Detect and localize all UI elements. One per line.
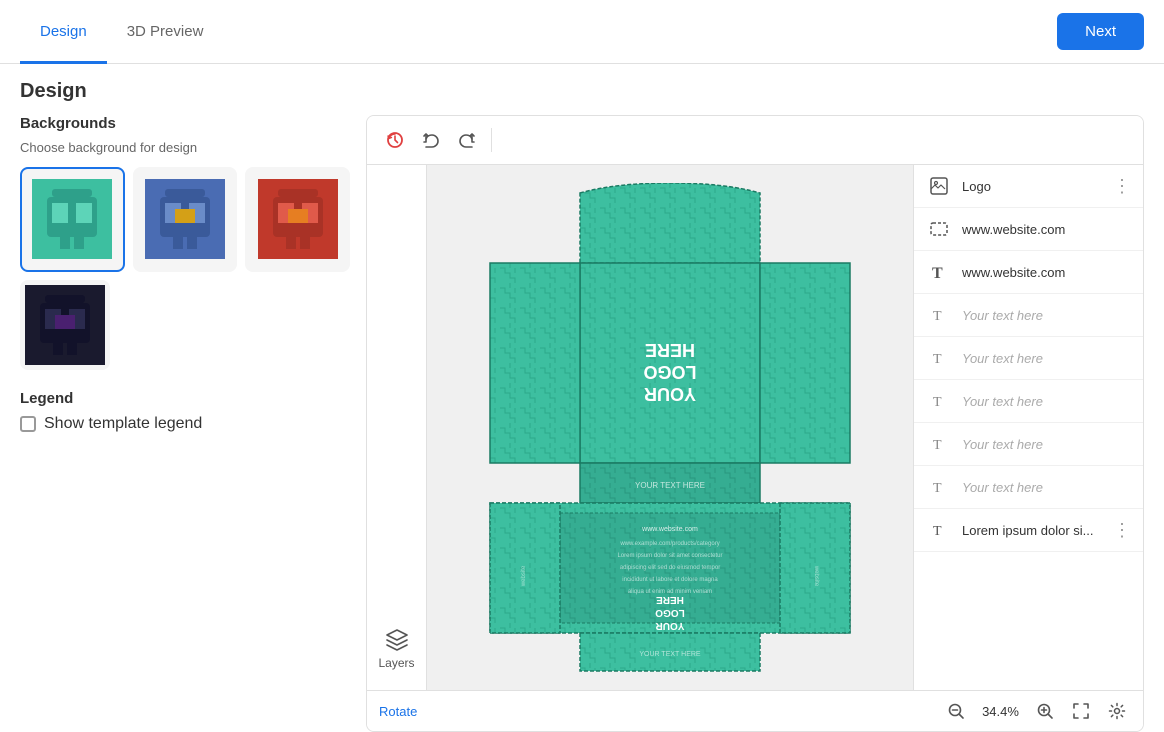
text-4-label: Your text here	[962, 437, 1131, 452]
svg-text:T: T	[933, 481, 942, 496]
svg-text:adipiscing elit sed do eiusmod: adipiscing elit sed do eiusmod tempor	[620, 565, 720, 571]
main-area: Backgrounds Choose background for design	[20, 115, 1144, 732]
layer-item-lorem[interactable]: T Lorem ipsum dolor si... ⋮	[914, 509, 1143, 552]
svg-text:Lorem ipsum dolor sit amet con: Lorem ipsum dolor sit amet consectetur	[617, 553, 722, 559]
rotate-button[interactable]: Rotate	[379, 704, 417, 719]
layers-label: Layers	[378, 656, 414, 670]
svg-text:YOUR: YOUR	[644, 384, 696, 404]
text-3-label: Your text here	[962, 394, 1131, 409]
zoom-level: 34.4%	[978, 704, 1023, 719]
logo-layer-label: Logo	[962, 179, 1103, 194]
background-extra-row	[20, 280, 350, 370]
svg-text:LOGO: LOGO	[655, 607, 685, 618]
svg-text:T: T	[932, 265, 943, 282]
zoom-out-button[interactable]	[942, 697, 970, 725]
canvas-main: Layers	[367, 165, 1143, 690]
layer-item-website-text[interactable]: T www.website.com	[914, 251, 1143, 294]
canvas-content[interactable]: YOUR LOGO HERE YOUR TEXT HERE	[427, 165, 913, 690]
legend-section: Legend Show template legend	[20, 390, 350, 433]
svg-text:T: T	[933, 524, 942, 539]
layer-item-text-1[interactable]: T Your text here	[914, 294, 1143, 337]
next-button[interactable]: Next	[1057, 13, 1144, 50]
logo-more-button[interactable]: ⋮	[1113, 177, 1131, 195]
layer-item-logo[interactable]: Logo ⋮	[914, 165, 1143, 208]
text-icon-1: T	[926, 302, 952, 328]
dashed-rect-icon	[926, 216, 952, 242]
svg-text:LOGO: LOGO	[644, 362, 697, 382]
page: Design Backgrounds Choose background for…	[0, 64, 1164, 732]
right-panel: Logo ⋮ www.website.com	[913, 165, 1143, 690]
header: Design 3D Preview Next	[0, 0, 1164, 64]
svg-text:www.example.com/products/categ: www.example.com/products/category	[619, 541, 719, 547]
layer-item-text-3[interactable]: T Your text here	[914, 380, 1143, 423]
left-panel: Backgrounds Choose background for design	[20, 115, 350, 732]
legend-checkbox-label: Show template legend	[44, 415, 202, 433]
backgrounds-title: Backgrounds	[20, 115, 350, 132]
svg-text:T: T	[933, 352, 942, 367]
image-icon	[926, 173, 952, 199]
tab-3d-preview[interactable]: 3D Preview	[107, 1, 224, 64]
svg-text:T: T	[933, 438, 942, 453]
text-5-label: Your text here	[962, 480, 1131, 495]
layer-item-website-dashed[interactable]: www.website.com	[914, 208, 1143, 251]
legend-row[interactable]: Show template legend	[20, 415, 350, 433]
undo-button[interactable]	[415, 124, 447, 156]
redo-button[interactable]	[451, 124, 483, 156]
background-item-3[interactable]	[245, 167, 350, 272]
svg-text:website: website	[813, 564, 819, 586]
lorem-more-button[interactable]: ⋮	[1113, 521, 1131, 539]
fit-screen-button[interactable]	[1067, 697, 1095, 725]
text-icon-4: T	[926, 431, 952, 457]
svg-text:HERE: HERE	[645, 340, 695, 360]
background-item-1[interactable]	[20, 167, 125, 272]
svg-text:YOUR TEXT HERE: YOUR TEXT HERE	[635, 481, 705, 490]
history-button[interactable]	[379, 124, 411, 156]
layers-button[interactable]: Layers	[370, 620, 422, 678]
canvas-bottom: Rotate 34.4%	[367, 690, 1143, 731]
background-grid	[20, 167, 350, 272]
svg-text:T: T	[933, 395, 942, 410]
canvas-left-tools: Layers	[367, 165, 427, 690]
text-1-label: Your text here	[962, 308, 1131, 323]
text-large-icon: T	[926, 259, 952, 285]
text-2-label: Your text here	[962, 351, 1131, 366]
layer-item-text-5[interactable]: T Your text here	[914, 466, 1143, 509]
svg-text:YOUR: YOUR	[655, 620, 685, 631]
svg-text:www.website.com: www.website.com	[641, 526, 698, 533]
toolbar-divider	[491, 128, 492, 152]
background-item-2[interactable]	[133, 167, 238, 272]
box-design-svg: YOUR LOGO HERE YOUR TEXT HERE	[460, 183, 880, 673]
page-title: Design	[20, 64, 1144, 115]
legend-title: Legend	[20, 390, 350, 407]
settings-button[interactable]	[1103, 697, 1131, 725]
layer-item-text-2[interactable]: T Your text here	[914, 337, 1143, 380]
lorem-label: Lorem ipsum dolor si...	[962, 523, 1103, 538]
show-legend-checkbox[interactable]	[20, 416, 36, 432]
background-item-4[interactable]	[20, 280, 110, 370]
backgrounds-subtitle: Choose background for design	[20, 140, 350, 155]
text-icon-2: T	[926, 345, 952, 371]
layers-icon	[385, 628, 409, 652]
website-dashed-label: www.website.com	[962, 222, 1131, 237]
website-text-label: www.website.com	[962, 265, 1131, 280]
canvas-toolbar	[367, 116, 1143, 165]
svg-text:YOUR TEXT HERE: YOUR TEXT HERE	[639, 651, 701, 658]
layer-item-text-4[interactable]: T Your text here	[914, 423, 1143, 466]
svg-text:HERE: HERE	[656, 594, 684, 605]
tab-design[interactable]: Design	[20, 1, 107, 64]
svg-text:website: website	[521, 565, 527, 587]
text-icon-lorem: T	[926, 517, 952, 543]
zoom-in-button[interactable]	[1031, 697, 1059, 725]
canvas-area: Layers	[366, 115, 1144, 732]
svg-text:T: T	[933, 309, 942, 324]
text-icon-3: T	[926, 388, 952, 414]
text-icon-5: T	[926, 474, 952, 500]
tab-bar: Design 3D Preview	[20, 0, 223, 63]
svg-text:incididunt ut labore et dolore: incididunt ut labore et dolore magna	[622, 577, 718, 583]
